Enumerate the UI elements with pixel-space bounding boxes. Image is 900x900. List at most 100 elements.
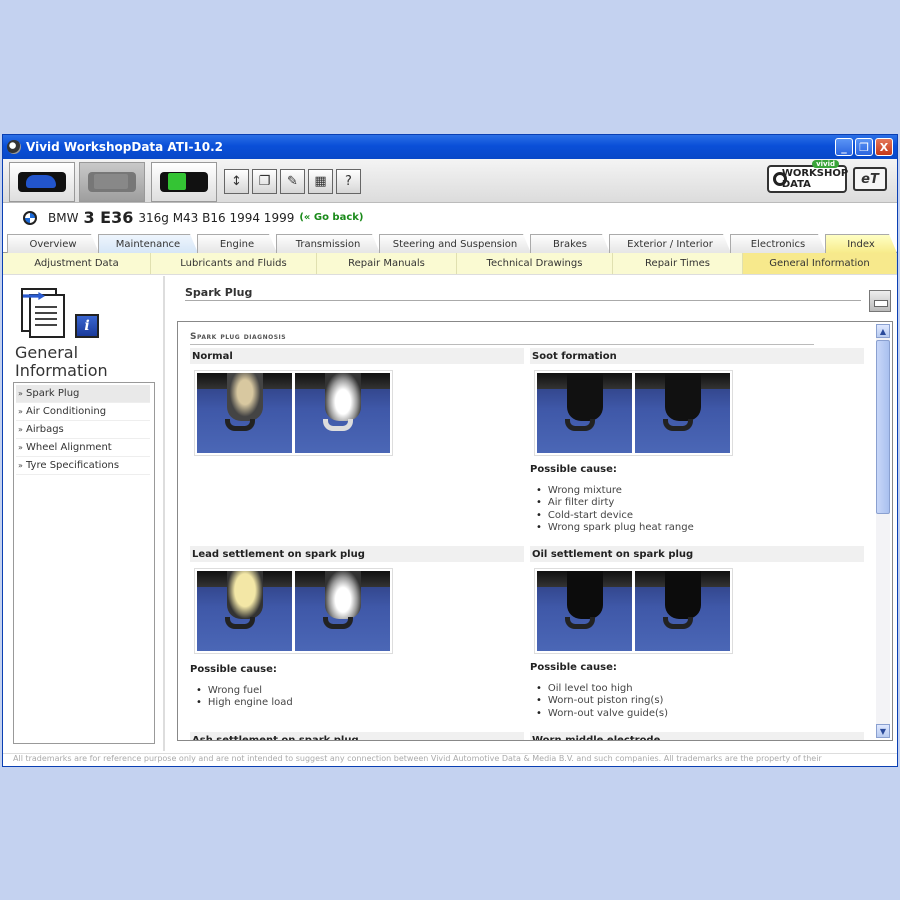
sidebar-title: General Information [15,343,108,380]
photo-lead-2 [295,571,390,651]
print-icon[interactable] [869,290,891,312]
tab-maintenance[interactable]: Maintenance [98,234,198,253]
photo-group-soot [534,370,733,456]
bmw-logo-icon [23,210,37,225]
photo-oil-2 [635,571,730,651]
app-window: Vivid WorkshopData ATI-10.2 _ ❐ X ↕ ❐ ✎ … [2,134,898,767]
edit-icon[interactable]: ✎ [280,169,305,194]
calculator-icon[interactable]: ▦ [308,169,333,194]
block-title-normal: Normal [190,348,524,364]
tab-brakes[interactable]: Brakes [530,234,610,253]
main-tabs: Overview Maintenance Engine Transmission… [3,232,897,253]
photo-group-normal [194,370,393,456]
chevron-right-icon: » [18,407,23,416]
adjust-icon[interactable]: ↕ [224,169,249,194]
photo-group-oil [534,568,733,654]
photo-normal-2 [295,373,390,453]
subtab-adjustment-data[interactable]: Adjustment Data [3,253,151,274]
car-icon [26,175,56,188]
sidebar-item-wheel-alignment[interactable]: » Wheel Alignment [16,439,150,457]
main-content: Spark Plug Spark plug diagnosis Normal S… [167,276,897,751]
sidebar-list: » Spark Plug » Air Conditioning » Airbags »… [13,382,155,744]
et-logo[interactable]: eT [853,167,887,191]
title-bar: Vivid WorkshopData ATI-10.2 _ ❐ X [3,135,897,159]
oil-cause-list: Oil level too high Worn-out piston ring(… [536,682,668,720]
photo-lead-1 [197,571,292,651]
subtab-repair-times[interactable]: Repair Times [613,253,743,274]
block-title-worn-electrode: Worn middle electrode [530,732,864,740]
bus-selector-button[interactable] [151,162,217,202]
chevron-right-icon: » [18,425,23,434]
chevron-right-icon: » [18,389,23,398]
info-icon: i [75,314,99,338]
tab-exterior-interior[interactable]: Exterior / Interior [609,234,731,253]
lead-cause-list: Wrong fuel High engine load [196,684,293,709]
brand-area: vivid WORKSHOP DATA eT [767,160,887,193]
sidebar: i General Information » Spark Plug » Air C… [3,276,165,751]
sidebar-item-airbags[interactable]: » Airbags [16,421,150,439]
list-item: Oil level too high [536,682,668,695]
chevron-right-icon: » [18,443,23,452]
scroll-up-icon[interactable]: ▲ [876,324,890,338]
diagnosis-title: Spark plug diagnosis [190,332,287,342]
soot-cause-title: Possible cause: [530,464,617,475]
list-item: Wrong mixture [536,484,694,497]
tab-transmission[interactable]: Transmission [276,234,380,253]
page-title: Spark Plug [185,286,253,299]
minimize-button[interactable]: _ [835,138,853,156]
block-title-oil: Oil settlement on spark plug [530,546,864,562]
toolbar: ↕ ❐ ✎ ▦ ? vivid WORKSHOP DATA eT [3,159,897,203]
workshop-data-logo: vivid WORKSHOP DATA [767,160,848,193]
tab-overview[interactable]: Overview [7,234,99,253]
truck-icon [94,174,128,189]
vehicle-spec: 316g M43 B16 1994 1999 [138,210,295,225]
vehicle-model: 3 E36 [83,208,134,227]
list-item: Wrong fuel [196,684,293,697]
help-icon[interactable]: ? [336,169,361,194]
diagnosis-divider [190,344,814,345]
trademark-footer: All trademarks are for reference purpose… [3,753,897,766]
photo-soot-1 [537,373,632,453]
soot-cause-list: Wrong mixture Air filter dirty Cold-star… [536,484,694,534]
vehicle-make: BMW [48,210,79,225]
diagnosis-frame[interactable]: Spark plug diagnosis Normal Soot formati… [177,321,893,741]
block-title-soot: Soot formation [530,348,864,364]
sidebar-item-spark-plug[interactable]: » Spark Plug [16,385,150,403]
close-button[interactable]: X [875,138,893,156]
go-back-link[interactable]: (« Go back) [299,212,363,223]
list-item: Cold-start device [536,509,694,522]
tab-electronics[interactable]: Electronics [730,234,826,253]
block-title-lead: Lead settlement on spark plug [190,546,524,562]
photo-group-lead [194,568,393,654]
vertical-scrollbar[interactable]: ▲ ▼ [876,324,890,738]
tab-engine[interactable]: Engine [197,234,277,253]
copy-icon[interactable]: ❐ [252,169,277,194]
tab-index[interactable]: Index [825,234,897,253]
truck-selector-button[interactable] [79,162,145,202]
photo-oil-1 [537,571,632,651]
sidebar-item-tyre-specifications[interactable]: » Tyre Specifications [16,457,150,475]
tab-steering-suspension[interactable]: Steering and Suspension [379,234,531,253]
maximize-button[interactable]: ❐ [855,138,873,156]
sidebar-item-air-conditioning[interactable]: » Air Conditioning [16,403,150,421]
photo-normal-1 [197,373,292,453]
list-item: Wrong spark plug heat range [536,522,694,535]
scroll-down-icon[interactable]: ▼ [876,724,890,738]
scroll-thumb[interactable] [876,340,890,514]
documents-icon [21,288,69,338]
vehicle-info-bar: BMW 3 E36 316g M43 B16 1994 1999 (« Go b… [3,203,897,232]
list-item: Worn-out valve guide(s) [536,707,668,720]
subtab-technical-drawings[interactable]: Technical Drawings [457,253,613,274]
subtab-repair-manuals[interactable]: Repair Manuals [317,253,457,274]
subtab-lubricants-fluids[interactable]: Lubricants and Fluids [151,253,317,274]
car-selector-button[interactable] [9,162,75,202]
list-item: High engine load [196,697,293,710]
chevron-right-icon: » [18,461,23,470]
list-item: Air filter dirty [536,497,694,510]
bus-icon [168,173,186,190]
list-item: Worn-out piston ring(s) [536,695,668,708]
window-title: Vivid WorkshopData ATI-10.2 [26,140,224,154]
app-icon[interactable] [7,140,21,154]
sub-tabs: Adjustment Data Lubricants and Fluids Re… [3,253,897,275]
subtab-general-information[interactable]: General Information [743,253,897,274]
